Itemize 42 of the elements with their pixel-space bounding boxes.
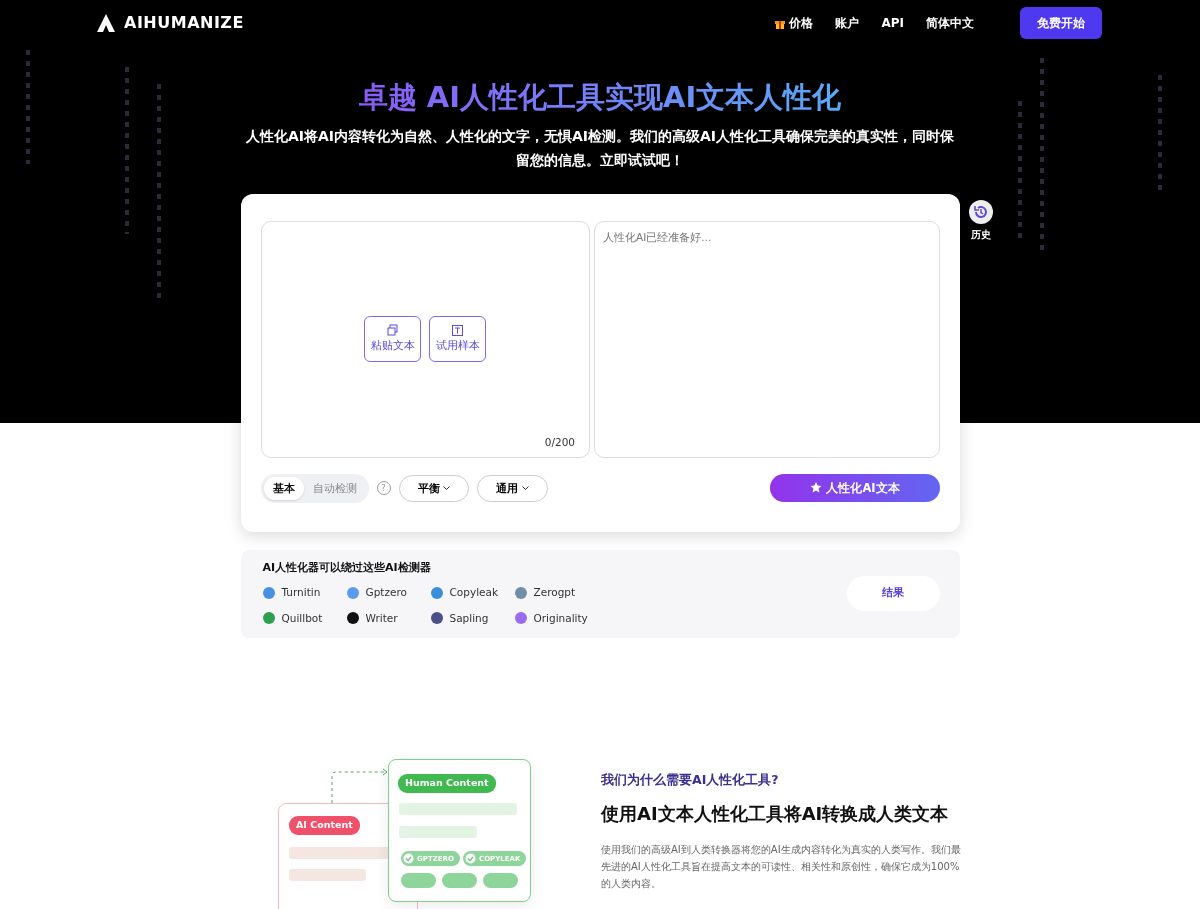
check-icon xyxy=(403,853,414,865)
dropdown-button[interactable]: 平衡 xyxy=(398,474,470,503)
humanize-button[interactable]: 人性化AI文本 xyxy=(769,474,940,503)
nav-link[interactable]: 简体中文 xyxy=(926,14,974,32)
detector-name: Originality xyxy=(533,610,588,626)
nav-link[interactable]: 价格 xyxy=(775,14,814,32)
text-icon xyxy=(452,324,464,336)
hero-subtitle: 人性化AI将AI内容转化为自然、人性化的文字，无惧AI检测。我们的高级AI人性化工具确保完美的真实性，同时保留您的信息。立即试试吧！ xyxy=(244,126,956,170)
detector-name: Turnitin xyxy=(281,584,321,600)
detector-name: Quillbot xyxy=(281,610,323,626)
input-field[interactable]: 粘贴文本 试用样本 0/200 xyxy=(260,220,590,458)
logo-text: AIHUMANIZE xyxy=(124,12,244,34)
history-label: 历史 xyxy=(970,227,991,242)
dashed-arrow xyxy=(330,768,390,805)
dropdown-button[interactable]: 通用 xyxy=(477,474,548,503)
output-field[interactable]: 人性化AI已经准备好... xyxy=(594,220,940,458)
detector-name: Copyleak xyxy=(449,584,499,600)
ai-content-tag: AI Content xyxy=(289,816,360,835)
action-button[interactable]: 试用样本 xyxy=(429,316,487,362)
logo-icon xyxy=(96,13,116,33)
history-icon xyxy=(972,203,989,220)
result-button[interactable]: 结果 xyxy=(846,575,940,611)
blank-pill xyxy=(483,873,518,889)
copy-icon xyxy=(387,324,399,337)
blank-pill xyxy=(442,873,477,889)
check-icon xyxy=(465,853,476,865)
action-button[interactable]: 粘贴文本 xyxy=(364,316,422,362)
detector-name: Gptzero xyxy=(365,584,407,600)
start-button[interactable]: 免费开始 xyxy=(1020,7,1102,39)
nav-link[interactable]: 账户 xyxy=(835,14,860,32)
section-heading: 使用AI文本人性化工具将AI转换成人类文本 xyxy=(601,801,950,826)
blank-pill xyxy=(401,873,436,889)
human-content-tag: Human Content xyxy=(398,774,496,793)
section-body: 使用我们的高级AI到人类转换器将您的AI生成内容转化为真实的人类写作。我们最先进的AI人性化工具旨在提高文本的可读性、相关性和原创性，确保它成为100%的人类内容。 xyxy=(601,842,961,891)
mode-option[interactable]: 基本 xyxy=(263,476,304,501)
detector-name: Zerogpt xyxy=(533,584,576,600)
detector-name: Writer xyxy=(365,610,398,626)
nav-link[interactable]: API xyxy=(881,14,904,32)
detectors-title: AI人性化器可以绕过这些AI检测器 xyxy=(262,560,432,577)
detector-name: Sapling xyxy=(449,610,489,626)
section-eyebrow: 我们为什么需要AI人性化工具? xyxy=(601,770,780,789)
character-counter: 0/200 xyxy=(544,434,575,450)
